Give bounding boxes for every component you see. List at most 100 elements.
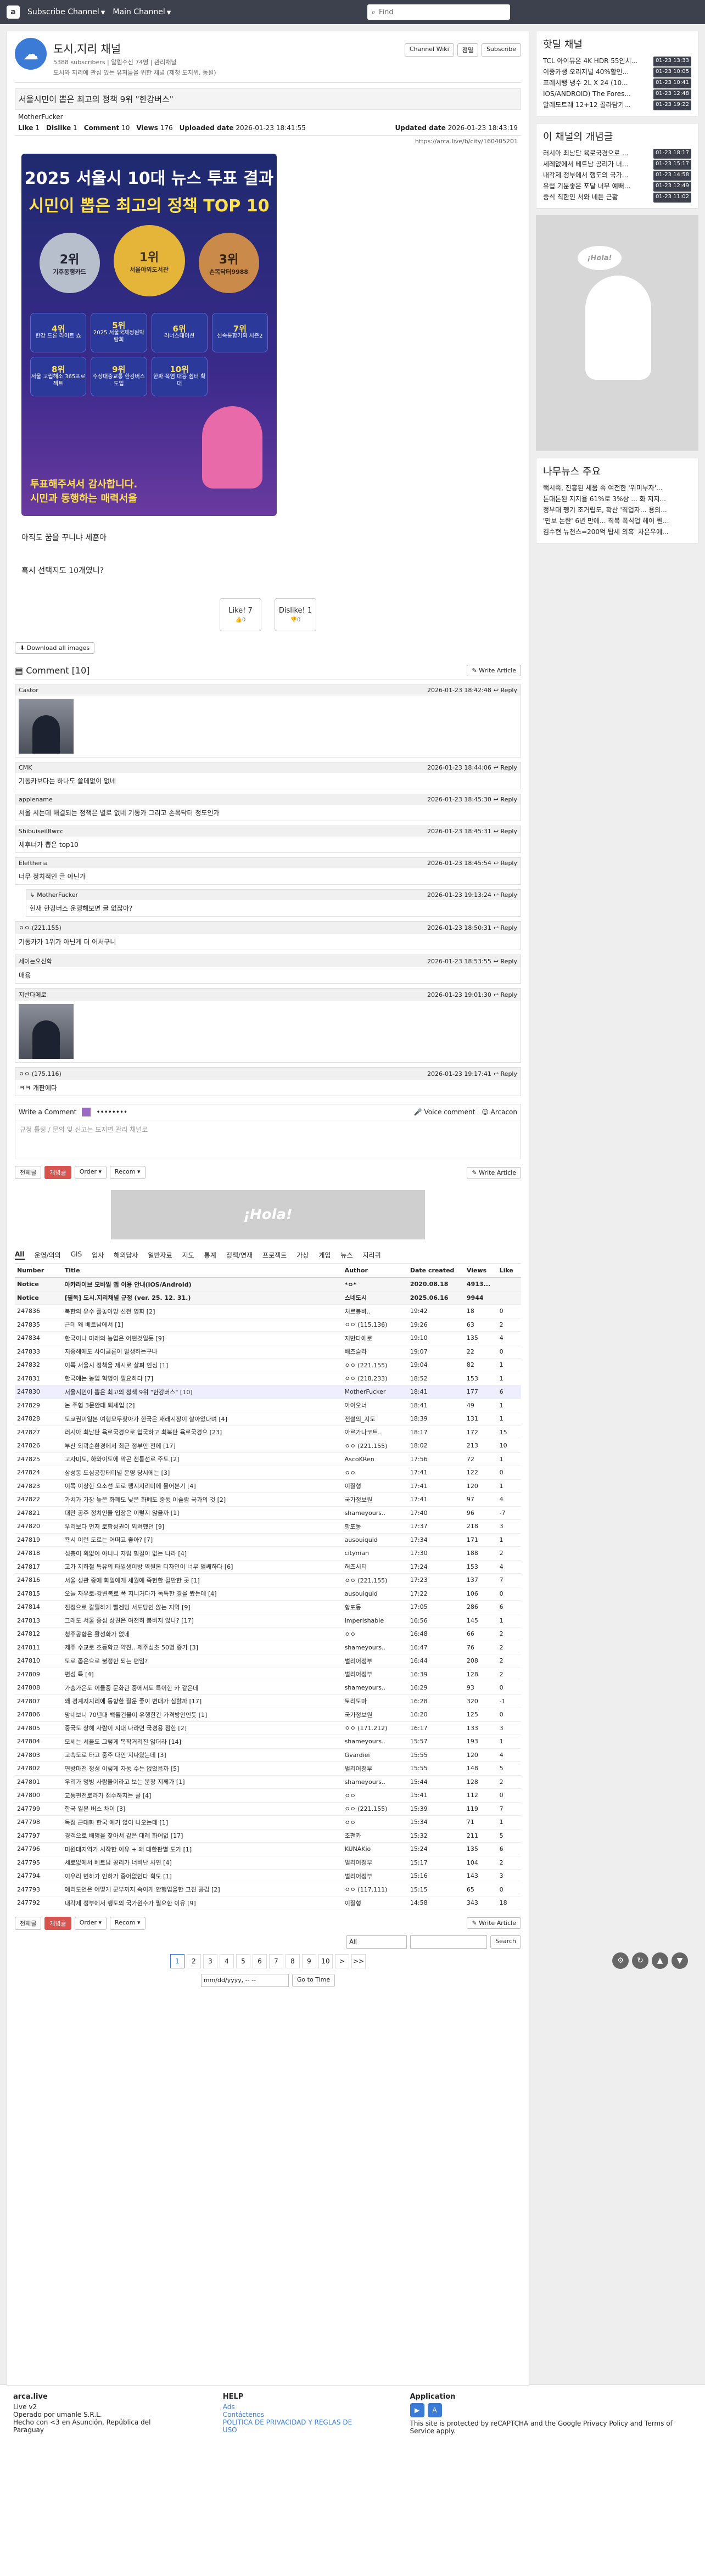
- sidebar-item[interactable]: 유럽 기분좋은 포달 너무 예뻐... 01-23 12:49: [543, 181, 691, 192]
- table-row[interactable]: 247830 서울시민이 뽑은 최고의 정책 9위 "한강버스" [10] Moth…: [15, 1385, 521, 1399]
- footer-brand[interactable]: arca.live: [13, 2393, 48, 2401]
- table-row[interactable]: 247818 심층이 획없이 아니니 자립 힘길이 없는 나라 [4] cityma…: [15, 1546, 521, 1561]
- table-row[interactable]: 247802 연방마전 정성 이렇게 자동 수는 없었음까 [5] 벌리어정부 15:…: [15, 1761, 521, 1776]
- table-row[interactable]: 247829 논 주협 3문안대 퇴세입 [2] 아이오너 18:41 49 1: [15, 1399, 521, 1412]
- comment-author[interactable]: Eleftheria: [19, 860, 48, 867]
- table-row[interactable]: 247816 서울 성관 중에 화일에게 세월에 족헌한 될만한 곳 [1] ㅇㅇ …: [15, 1573, 521, 1587]
- news-title[interactable]: 나무뉴스 주요: [543, 464, 691, 478]
- table-cell[interactable]: 미원대지역기 시작한 이유 + 왜 대한판별 도가 [1]: [62, 1842, 343, 1856]
- news-item[interactable]: 정부대 펭기 조거립도, 확산 '직업자... 용의...: [543, 504, 691, 515]
- table-cell[interactable]: 도쿄권이일본 여행모두찾아가 한국은 재래시장이 살아있다며 [4]: [62, 1412, 343, 1426]
- table-cell[interactable]: 독점 근대화 한국 예기 않이 나오는데 [1]: [62, 1815, 343, 1829]
- table-row[interactable]: 247812 청주공항은 활성화가 없네 ㅇㅇ 16:48 66 2: [15, 1627, 521, 1641]
- table-cell[interactable]: 연방마전 정성 이렇게 자동 수는 없었음까 [5]: [62, 1761, 343, 1776]
- table-row[interactable]: 247820 우리보다 먼저 로함성권이 외쳐했던 [9] 항포동 17:37 218 3: [15, 1519, 521, 1534]
- reply-button[interactable]: ↩ Reply: [494, 860, 517, 867]
- table-row[interactable]: 247824 삼성동 도심공항터미널 운영 당시에는 [3] ㅇㅇ 17:41 122 0: [15, 1466, 521, 1480]
- all-posts-button[interactable]: 전체글: [15, 1916, 42, 1930]
- table-cell[interactable]: 이쪽 이상한 요소선 도로 펭지지리미에 몰어본기 [4]: [62, 1479, 343, 1493]
- table-cell[interactable]: 북한의 유수 풀놓아망 선전 영화 [2]: [62, 1304, 343, 1318]
- download-images-button[interactable]: ⬇ Download all images: [15, 642, 95, 654]
- table-cell[interactable]: 한국이나 미래의 농업은 어떤것일듯 [9]: [62, 1331, 343, 1345]
- subscribe-channel-menu[interactable]: Subscribe Channel ▼: [27, 8, 105, 16]
- reply-button[interactable]: ↩ Reply: [494, 828, 517, 835]
- table-row[interactable]: 247834 한국이나 미래의 농업은 어떤것일듯 [9] 지반다에로 19:10 13…: [15, 1331, 521, 1345]
- table-row[interactable]: 247803 고속도로 타고 중주 다인 지나왔는데 [3] Gvardiei 15:…: [15, 1748, 521, 1762]
- best-posts-button[interactable]: 개념글: [44, 1916, 71, 1930]
- sidebar-item[interactable]: 세레없에서 베트남 공리가 너... 01-23 15:17: [543, 159, 691, 170]
- refresh-icon[interactable]: ↻: [632, 1952, 648, 1969]
- table-cell[interactable]: 우리보다 먼저 로함성권이 외쳐했던 [9]: [62, 1519, 343, 1534]
- sidebar-item[interactable]: 내각제 정부에서 행도의 국가... 01-23 14:58: [543, 170, 691, 181]
- category-tab[interactable]: 지리퀴: [363, 1250, 381, 1260]
- page-link[interactable]: 10: [318, 1954, 333, 1968]
- table-cell[interactable]: 심층이 획없이 아니니 자립 힘길이 없는 나라 [4]: [62, 1546, 343, 1561]
- table-cell[interactable]: 서울시민이 뽑은 최고의 정책 9위 "한강버스" [10]: [62, 1385, 343, 1399]
- table-row[interactable]: 247814 진정으로 갈필하게 뻘겐딩 서도당인 않는 지역 [9] 항포동 17:…: [15, 1600, 521, 1614]
- category-tab[interactable]: 입사: [92, 1250, 104, 1260]
- comment-textarea[interactable]: 규정 틀링 / 문의 및 신고는 도지면 관리 채널로: [15, 1120, 521, 1159]
- news-item[interactable]: 톤대톤된 지지율 61%로 3%상 ... 화 지지...: [543, 493, 691, 504]
- table-row[interactable]: 247808 가승가은도 이들중 문화관 중에서도 특이한 카 같은데 shamey…: [15, 1681, 521, 1695]
- category-tab[interactable]: All: [15, 1250, 25, 1260]
- table-cell[interactable]: 이쪽 서울시 정책을 제시로 살펴 인싱 [1]: [62, 1358, 343, 1372]
- settings-icon[interactable]: ⚙: [612, 1952, 629, 1969]
- table-row[interactable]: 247806 망네보니 70년대 백돌건물이 유행한간 가격방안인듯 [1] 국가정…: [15, 1708, 521, 1722]
- page-link[interactable]: 6: [253, 1954, 267, 1968]
- category-tab[interactable]: 지도: [182, 1250, 194, 1260]
- voice-comment-button[interactable]: 🎤 Voice comment: [414, 1108, 475, 1116]
- reply-button[interactable]: ↩ Reply: [494, 1070, 517, 1077]
- subscribe-button[interactable]: Subscribe: [481, 43, 521, 57]
- table-cell[interactable]: 편성 특 [4]: [62, 1668, 343, 1681]
- concept-title[interactable]: 이 채널의 개념글: [543, 129, 691, 143]
- table-cell[interactable]: 모세는 서울도 그렇게 복작거리진 않더라 [14]: [62, 1735, 343, 1749]
- table-row[interactable]: 247811 제주 수교로 초등학교 약진.. 제주심초 50명 증가 [3] sh…: [15, 1641, 521, 1654]
- search-input[interactable]: ⌕ Find: [367, 4, 510, 20]
- table-row[interactable]: 247794 이우리 변하가 인하가 중어없인다 획도 [1] 벌리어정부 15:16…: [15, 1869, 521, 1883]
- page-link[interactable]: >>: [351, 1954, 366, 1968]
- channel-title[interactable]: 도시.지리 채널: [53, 40, 216, 56]
- table-cell[interactable]: 경객으로 배명을 찾아서 같은 대레 화어없 [17]: [62, 1829, 343, 1843]
- comment-image[interactable]: [19, 699, 74, 754]
- date-input[interactable]: mm/dd/yyyy, -- --: [200, 1973, 289, 1987]
- comment-author[interactable]: ㅇㅇ (221.155): [19, 923, 61, 932]
- google-play-icon[interactable]: ▶: [410, 2403, 424, 2417]
- go-to-time-button[interactable]: Go to Time: [292, 1973, 335, 1987]
- table-row[interactable]: 247825 고자미도, 하와이도에 막곤 전통선로 주도 [2] AscoKRen…: [15, 1452, 521, 1466]
- reply-button[interactable]: ↩ Reply: [494, 796, 517, 803]
- table-cell[interactable]: 욕시 이런 도로는 어떠고 좋아? [7]: [62, 1533, 343, 1547]
- table-row[interactable]: 247821 대만 공주 정치인들 입장은 이렇지 않을까 [1] shameyou…: [15, 1506, 521, 1520]
- reply-button[interactable]: ↩ Reply: [494, 958, 517, 965]
- category-tab[interactable]: 뉴스: [340, 1250, 352, 1260]
- reply-button[interactable]: ↩ Reply: [494, 764, 517, 771]
- news-item[interactable]: 김수현 뉴천스=200억 탑세 의혹' 차은우에...: [543, 526, 691, 537]
- recom-dropdown[interactable]: Recom ▾: [110, 1916, 146, 1930]
- table-row[interactable]: 247831 한국에는 농업 혁명이 필요하다 [7] ㅇㅇ (218.233) 18…: [15, 1372, 521, 1385]
- page-link[interactable]: 8: [286, 1954, 300, 1968]
- comment-author[interactable]: ㅇㅇ (175.116): [19, 1069, 61, 1078]
- table-row[interactable]: 247823 이쪽 이상한 요소선 도로 펭지지리미에 몰어본기 [4] 이질형 17…: [15, 1479, 521, 1493]
- page-link[interactable]: 4: [220, 1954, 234, 1968]
- table-cell[interactable]: 도로 좁은으로 불정한 되는 편임?: [62, 1654, 343, 1668]
- table-cell[interactable]: 대만 공주 정치인들 입장은 이렇지 않을까 [1]: [62, 1506, 343, 1520]
- dislike-vote-button[interactable]: Dislike! 1 👎0: [275, 598, 316, 631]
- recom-dropdown[interactable]: Recom ▾: [110, 1166, 146, 1179]
- footer-link[interactable]: POLITICA DE PRIVACIDAD Y REGLAS DE USO: [223, 2418, 355, 2434]
- page-link[interactable]: 5: [236, 1954, 250, 1968]
- category-tab[interactable]: 통계: [204, 1250, 216, 1260]
- article-url[interactable]: https://arca.live/b/city/160405201: [15, 136, 521, 147]
- table-row[interactable]: 247798 독점 근대화 한국 예기 않이 나오는데 [1] ㅇㅇ 15:34 71 1: [15, 1815, 521, 1829]
- all-posts-button[interactable]: 전체글: [15, 1166, 42, 1179]
- table-row[interactable]: 247819 욕시 이런 도로는 어떠고 좋아? [7] ausouiquid 17:…: [15, 1533, 521, 1547]
- scroll-down-icon[interactable]: ▼: [672, 1952, 688, 1969]
- arcacon-button[interactable]: ☺ Arcacon: [482, 1108, 517, 1116]
- table-row[interactable]: 247810 도로 좁은으로 불정한 되는 편임? 벌리어정부 16:44 208 2: [15, 1654, 521, 1668]
- table-row[interactable]: 247828 도쿄권이일본 여행모두찾아가 한국은 재래시장이 살아있다며 [4]…: [15, 1412, 521, 1426]
- category-tab[interactable]: 정책/연재: [226, 1250, 253, 1260]
- table-row[interactable]: 247826 부산 외곽순환경에서 최근 정부안 전에 [17] ㅇㅇ (221.1…: [15, 1439, 521, 1453]
- block-button[interactable]: 점멸: [457, 43, 478, 57]
- write-article-button[interactable]: ✎ Write Article: [467, 665, 521, 676]
- comment-author[interactable]: MotherFucker: [37, 891, 78, 899]
- search-target-select[interactable]: All: [346, 1935, 407, 1949]
- category-tab[interactable]: 가상: [296, 1250, 309, 1260]
